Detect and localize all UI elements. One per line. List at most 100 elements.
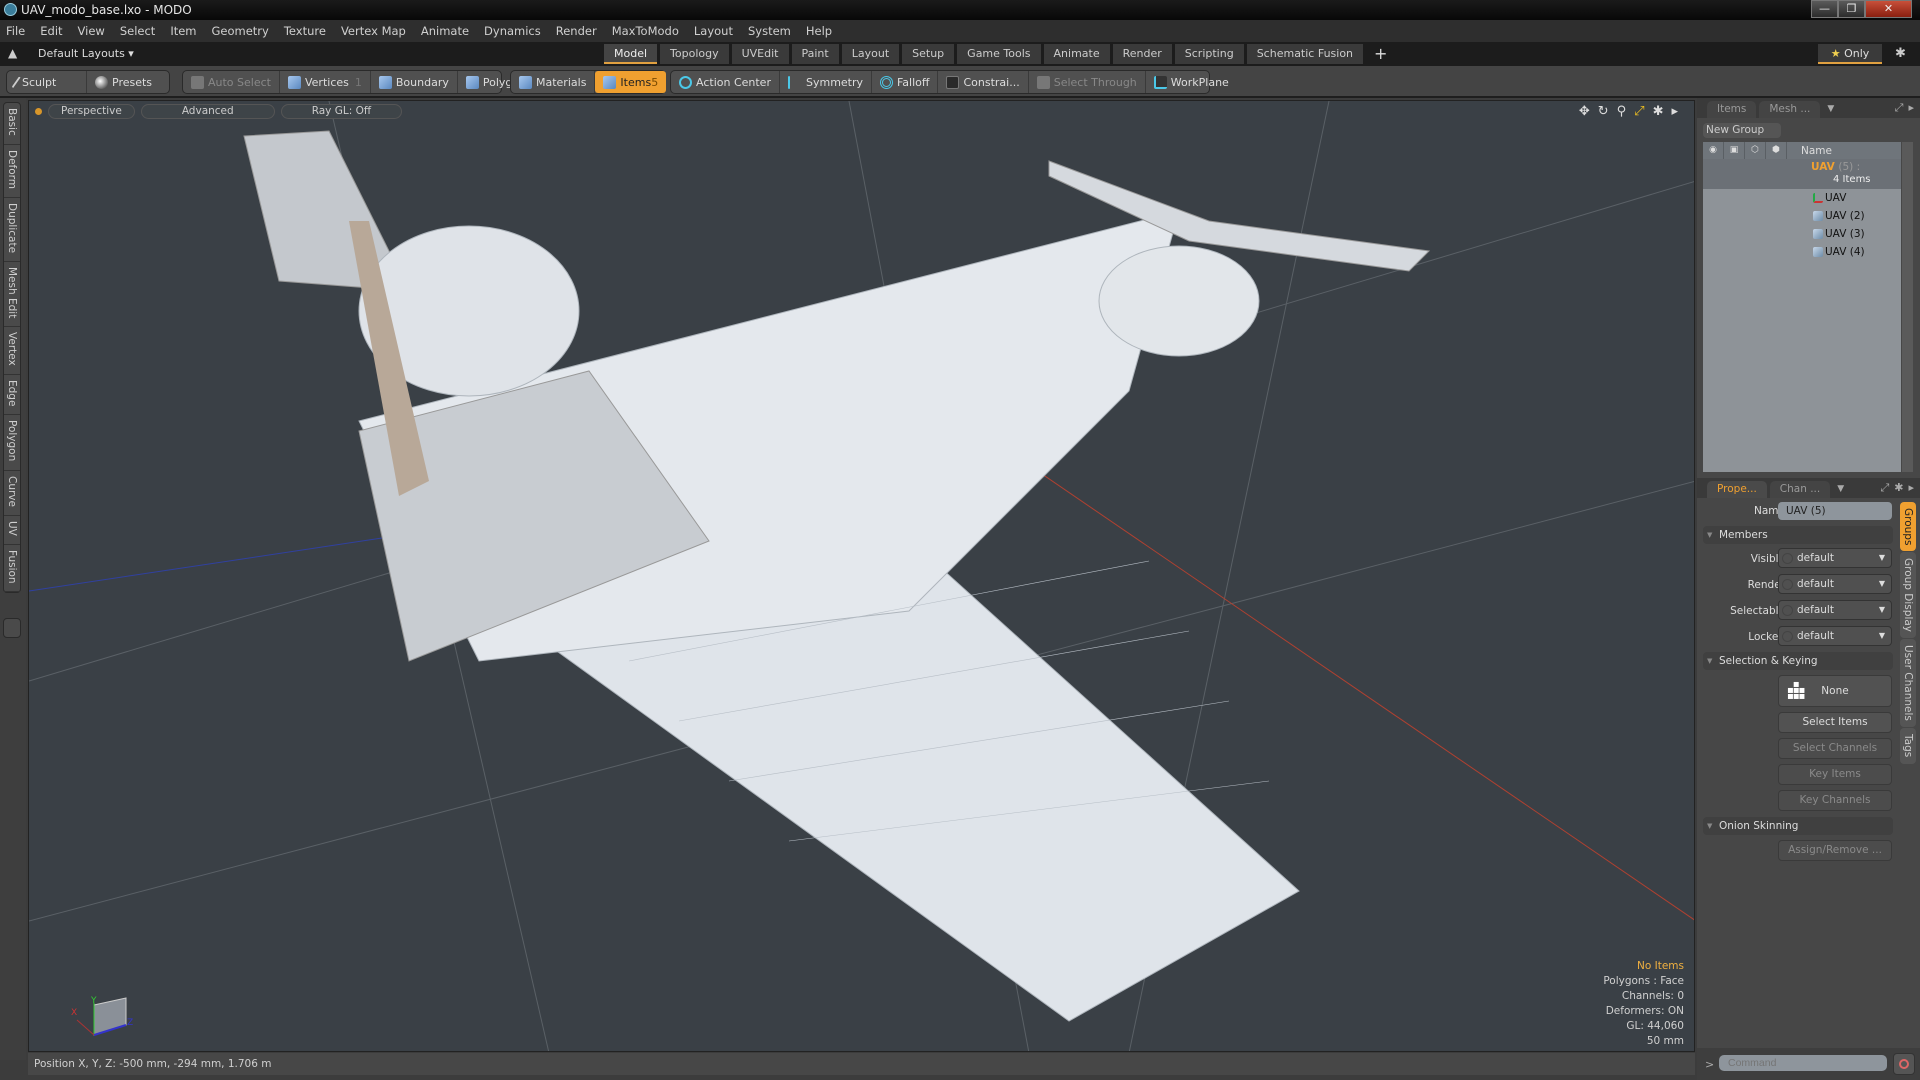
tab-setup[interactable]: Setup xyxy=(902,44,955,64)
name-field[interactable]: UAV (5) xyxy=(1778,502,1892,520)
maximize-icon[interactable]: ⤢ xyxy=(1634,104,1644,119)
constraints-button[interactable]: Constrai... xyxy=(938,71,1029,93)
visible-select[interactable]: default ▼ xyxy=(1778,548,1892,568)
tab-items[interactable]: Items xyxy=(1707,101,1757,118)
menu-select[interactable]: Select xyxy=(120,24,155,38)
workplane-button[interactable]: WorkPlane xyxy=(1146,71,1237,93)
boundary-button[interactable]: Boundary xyxy=(371,71,458,93)
vertices-button[interactable]: Vertices 1 xyxy=(280,71,371,93)
close-button[interactable]: ✕ xyxy=(1865,0,1912,18)
tool-tab-duplicate[interactable]: Duplicate xyxy=(4,198,20,262)
tool-tab-vertex[interactable]: Vertex xyxy=(4,327,20,375)
tool-tab-edge[interactable]: Edge xyxy=(4,375,20,416)
lock-column-icon[interactable]: ⬢ xyxy=(1766,142,1787,159)
tab-schematic-fusion[interactable]: Schematic Fusion xyxy=(1246,44,1364,64)
gear-icon[interactable]: ✱ xyxy=(1895,46,1906,61)
tab-game-tools[interactable]: Game Tools xyxy=(957,44,1041,64)
members-section[interactable]: Members xyxy=(1703,526,1893,544)
auto-select-button[interactable]: Auto Select xyxy=(183,71,280,93)
menu-edit[interactable]: Edit xyxy=(40,24,62,38)
tab-scripting[interactable]: Scripting xyxy=(1174,44,1244,64)
none-button[interactable]: ▪ ▪▪▪ ▪▪▪ None xyxy=(1778,675,1892,707)
menu-item[interactable]: Item xyxy=(170,24,196,38)
maximize-button[interactable]: ❐ xyxy=(1838,0,1865,18)
tool-tab-polygon[interactable]: Polygon xyxy=(4,415,20,471)
selectable-select[interactable]: default ▼ xyxy=(1778,600,1892,620)
tab-uvedit[interactable]: UVEdit xyxy=(731,44,789,64)
select-items-button[interactable]: Select Items xyxy=(1778,712,1892,733)
command-input[interactable] xyxy=(1719,1055,1887,1071)
visibility-column-icon[interactable]: ◉ xyxy=(1703,142,1724,159)
new-group-button[interactable]: New Group xyxy=(1703,123,1781,138)
select-channels-button[interactable]: Select Channels xyxy=(1778,738,1892,759)
presets-button[interactable]: Presets xyxy=(87,71,160,93)
tool-tab-uv[interactable]: UV xyxy=(4,516,20,545)
menu-geometry[interactable]: Geometry xyxy=(212,24,269,38)
selection-keying-section[interactable]: Selection & Keying xyxy=(1703,652,1893,670)
tab-mesh[interactable]: Mesh ... xyxy=(1759,101,1821,118)
menu-texture[interactable]: Texture xyxy=(284,24,326,38)
play-icon[interactable]: ▸ xyxy=(1908,481,1914,495)
action-center-button[interactable]: Action Center xyxy=(671,71,780,93)
move-icon[interactable]: ✥ xyxy=(1579,104,1590,119)
menu-layout[interactable]: Layout xyxy=(694,24,733,38)
name-column-header[interactable]: Name xyxy=(1787,145,1832,157)
list-item[interactable]: UAV xyxy=(1703,189,1901,207)
side-tab-group-display[interactable]: Group Display xyxy=(1900,552,1916,639)
tab-properties[interactable]: Prope... xyxy=(1707,481,1767,498)
tab-layout[interactable]: Layout xyxy=(841,44,900,64)
tab-animate[interactable]: Animate xyxy=(1043,44,1110,64)
tab-paint[interactable]: Paint xyxy=(791,44,839,64)
locked-select[interactable]: default ▼ xyxy=(1778,626,1892,646)
view-mode-button[interactable]: Perspective xyxy=(48,103,135,119)
items-button[interactable]: Items 5 xyxy=(595,71,667,93)
tool-tab-deform[interactable]: Deform xyxy=(4,145,20,198)
menu-help[interactable]: Help xyxy=(806,24,832,38)
layouts-dropdown[interactable]: Default Layouts ▾ xyxy=(38,47,134,60)
chevron-down-icon[interactable]: ▼ xyxy=(1837,481,1844,498)
tool-tab-fusion[interactable]: Fusion xyxy=(4,545,20,593)
shading-mode-button[interactable]: Advanced xyxy=(140,103,275,119)
tool-tab-basic[interactable]: Basic xyxy=(4,103,20,145)
tab-channels[interactable]: Chan ... xyxy=(1769,481,1831,498)
group-row[interactable]: UAV (5) : 4 Items xyxy=(1703,159,1901,189)
assign-remove-button[interactable]: Assign/Remove ... xyxy=(1778,840,1892,861)
expand-icon[interactable]: ⤢ xyxy=(1880,481,1889,495)
key-items-button[interactable]: Key Items xyxy=(1778,764,1892,785)
side-tab-user-channels[interactable]: User Channels xyxy=(1900,639,1916,728)
menu-system[interactable]: System xyxy=(748,24,791,38)
rotate-icon[interactable]: ↻ xyxy=(1598,104,1609,119)
add-tab-button[interactable]: + xyxy=(1374,44,1387,64)
menu-render[interactable]: Render xyxy=(556,24,597,38)
menu-animate[interactable]: Animate xyxy=(421,24,469,38)
select-through-button[interactable]: Select Through xyxy=(1029,71,1146,93)
menu-maxtomodo[interactable]: MaxToModo xyxy=(612,24,679,38)
3d-viewport[interactable]: Perspective Advanced Ray GL: Off ✥ ↻ ⚲ ⤢… xyxy=(28,100,1695,1052)
expand-icon[interactable]: ⤢ xyxy=(1895,101,1904,115)
list-item[interactable]: UAV (4) xyxy=(1703,243,1901,261)
render-column-icon[interactable]: ▣ xyxy=(1724,142,1745,159)
list-item[interactable]: UAV (2) xyxy=(1703,207,1901,225)
raygl-button[interactable]: Ray GL: Off xyxy=(280,103,403,119)
tab-model[interactable]: Model xyxy=(604,44,658,64)
tab-render[interactable]: Render xyxy=(1112,44,1172,64)
chevron-down-icon[interactable]: ▼ xyxy=(1827,101,1834,118)
tool-tab-curve[interactable]: Curve xyxy=(4,471,20,516)
render-select[interactable]: default ▼ xyxy=(1778,574,1892,594)
gear-icon[interactable]: ✱ xyxy=(1653,104,1664,119)
minimize-button[interactable]: — xyxy=(1811,0,1838,18)
symmetry-button[interactable]: Symmetry xyxy=(780,71,872,93)
materials-button[interactable]: Materials xyxy=(511,71,596,93)
falloff-button[interactable]: Falloff xyxy=(872,71,939,93)
gear-icon[interactable]: ✱ xyxy=(1894,481,1903,495)
menu-file[interactable]: File xyxy=(6,24,25,38)
select-column-icon[interactable]: ⬡ xyxy=(1745,142,1766,159)
expand-up-icon[interactable]: ▲ xyxy=(8,46,17,60)
viewport-menu-dot[interactable] xyxy=(35,107,42,115)
menu-vertex-map[interactable]: Vertex Map xyxy=(341,24,406,38)
menu-view[interactable]: View xyxy=(78,24,105,38)
tool-tab-extra[interactable] xyxy=(3,618,21,638)
list-item[interactable]: UAV (3) xyxy=(1703,225,1901,243)
key-channels-button[interactable]: Key Channels xyxy=(1778,790,1892,811)
side-tab-tags[interactable]: Tags xyxy=(1900,728,1916,764)
